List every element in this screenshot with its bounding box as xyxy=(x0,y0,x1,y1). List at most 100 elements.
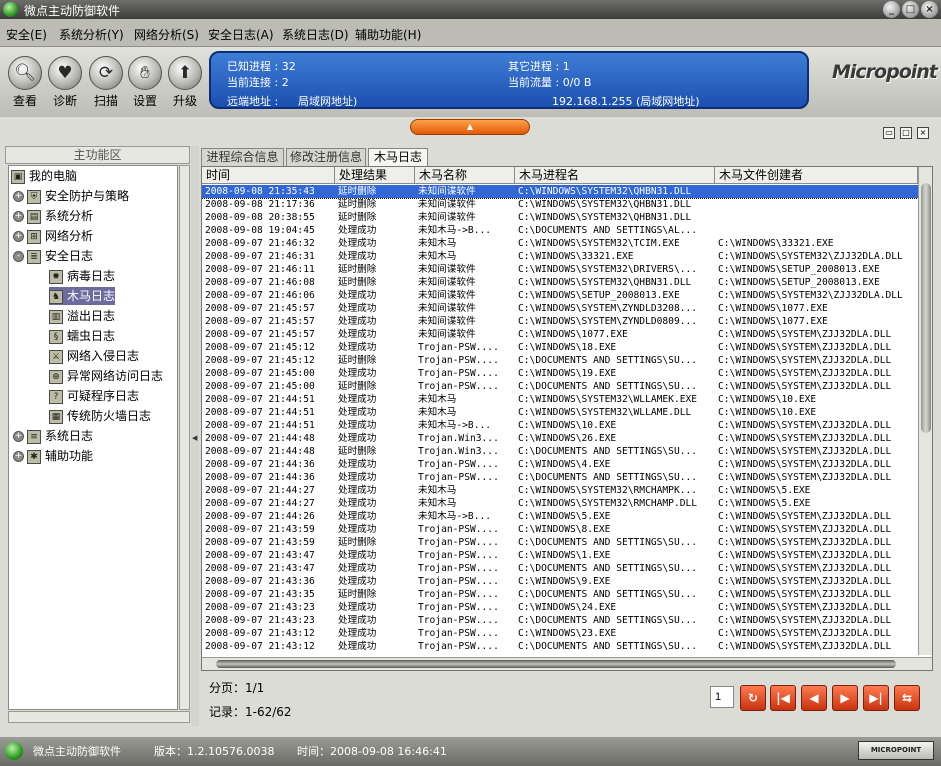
tree-item[interactable]: + ≡ 系统日志 xyxy=(13,427,93,445)
table-row[interactable]: 2008-09-08 19:04:45 处理成功 未知木马->B... C:\DOCU… xyxy=(202,224,918,237)
tree-item[interactable]: ▥ 溢出日志 xyxy=(49,307,115,325)
table-row[interactable]: 2008-09-07 21:45:12 处理成功 Trojan-PSW.... C:\… xyxy=(202,341,918,354)
table-row[interactable]: 2008-09-07 21:46:31 处理成功 未知木马 C:\WINDOWS\33… xyxy=(202,250,918,263)
table-row[interactable]: 2008-09-07 21:44:51 处理成功 未知木马 C:\WINDOWS\SY… xyxy=(202,406,918,419)
table-row[interactable]: 2008-09-07 21:44:36 处理成功 Trojan-PSW.... C:\… xyxy=(202,458,918,471)
table-row[interactable]: 2008-09-07 21:44:51 处理成功 未知木马 C:\WINDOWS\SY… xyxy=(202,393,918,406)
table-row[interactable]: 2008-09-07 21:43:59 延时删除 Trojan-PSW.... C:\… xyxy=(202,536,918,549)
table-row[interactable]: 2008-09-08 20:38:55 延时删除 未知间谍软件 C:\WINDOWS\… xyxy=(202,211,918,224)
menu-system-log[interactable]: 系统日志(D) xyxy=(282,26,349,43)
table-cell: C:\WINDOWS\SETUP_2008013.EXE xyxy=(718,277,880,288)
settings-button[interactable]: ✋︎ 设置 xyxy=(125,56,165,109)
collapse-icon[interactable]: - xyxy=(13,251,24,262)
tab-registry-changes[interactable]: 修改注册信息 xyxy=(286,148,366,166)
minimize-button[interactable]: _ xyxy=(883,1,900,18)
menu-network-analysis[interactable]: 网络分析(S) xyxy=(134,26,199,43)
table-row[interactable]: 2008-09-07 21:45:00 延时删除 Trojan-PSW.... C:\… xyxy=(202,380,918,393)
column-trojan-name[interactable]: 木马名称 xyxy=(415,167,515,184)
table-row[interactable]: 2008-09-07 21:44:51 处理成功 未知木马->B... C:\WIND… xyxy=(202,419,918,432)
table-horizontal-scrollbar[interactable] xyxy=(202,657,932,670)
table-row[interactable]: 2008-09-07 21:43:35 延时删除 Trojan-PSW.... C:\… xyxy=(202,588,918,601)
tree-item[interactable]: ▦ 传统防火墙日志 xyxy=(49,407,151,425)
table-row[interactable]: 2008-09-07 21:45:00 处理成功 Trojan-PSW.... C:\… xyxy=(202,367,918,380)
table-row[interactable]: 2008-09-07 21:43:12 处理成功 Trojan-PSW.... C:\… xyxy=(202,627,918,640)
column-trojan-process[interactable]: 木马进程名 xyxy=(515,167,715,184)
expand-icon[interactable]: + xyxy=(13,451,24,462)
tree-item[interactable]: ⚔ 网络入侵日志 xyxy=(49,347,139,365)
restore-view-icon[interactable]: ▭ xyxy=(883,127,895,139)
table-row[interactable]: 2008-09-07 21:46:32 处理成功 未知木马 C:\WINDOWS\SY… xyxy=(202,237,918,250)
tree-item[interactable]: - ≣ 安全日志 xyxy=(13,247,93,265)
table-row[interactable]: 2008-09-07 21:43:59 处理成功 Trojan-PSW.... C:\… xyxy=(202,523,918,536)
table-row[interactable]: 2008-09-07 21:45:12 延时删除 Trojan-PSW.... C:\… xyxy=(202,354,918,367)
collapse-toolbar-button[interactable]: ▲ xyxy=(410,119,530,135)
panel-splitter[interactable]: ◀ xyxy=(191,146,199,726)
maximize-button[interactable]: □ xyxy=(902,1,919,18)
tab-trojan-log[interactable]: 木马日志 xyxy=(368,148,428,167)
menu-security-log[interactable]: 安全日志(A) xyxy=(208,26,274,43)
table-row[interactable]: 2008-09-07 21:43:47 处理成功 Trojan-PSW.... C:\… xyxy=(202,562,918,575)
table-row[interactable]: 2008-09-07 21:45:57 处理成功 未知间谍软件 C:\WINDOWS\… xyxy=(202,302,918,315)
column-file-creator[interactable]: 木马文件创建者 xyxy=(715,167,918,184)
tree-item[interactable]: § 蠕虫日志 xyxy=(49,327,115,345)
table-row[interactable]: 2008-09-07 21:46:08 延时删除 未知间谍软件 C:\WINDOWS\… xyxy=(202,276,918,289)
table-row[interactable]: 2008-09-07 21:45:57 处理成功 未知间谍软件 C:\WINDOWS\… xyxy=(202,315,918,328)
tree-item[interactable]: ? 可疑程序日志 xyxy=(49,387,139,405)
column-time[interactable]: 时间 xyxy=(202,167,335,184)
table-row[interactable]: 2008-09-07 21:43:23 处理成功 Trojan-PSW.... C:\… xyxy=(202,601,918,614)
tree-item[interactable]: ⊕ 异常网络访问日志 xyxy=(49,367,163,385)
table-row[interactable]: 2008-09-07 21:44:26 处理成功 未知木马->B... C:\WIND… xyxy=(202,510,918,523)
prev-page-button[interactable]: ◀ xyxy=(801,685,827,711)
upgrade-button[interactable]: ⬆︎ 升级 xyxy=(165,56,205,109)
table-row[interactable]: 2008-09-07 21:44:48 延时删除 Trojan.Win3... C:\… xyxy=(202,445,918,458)
maximize-view-icon[interactable]: □ xyxy=(900,127,912,139)
next-page-button[interactable]: ▶ xyxy=(832,685,858,711)
table-row[interactable]: 2008-09-07 21:43:47 处理成功 Trojan-PSW.... C:\… xyxy=(202,549,918,562)
menu-helper[interactable]: 辅助功能(H) xyxy=(355,26,421,43)
table-cell: 处理成功 xyxy=(338,368,377,379)
expand-icon[interactable]: + xyxy=(13,211,24,222)
tree-vertical-scrollbar[interactable] xyxy=(179,165,190,710)
tree-item[interactable]: ♞ 木马日志 xyxy=(49,287,116,305)
table-row[interactable]: 2008-09-07 21:44:27 处理成功 未知木马 C:\WINDOWS\SY… xyxy=(202,497,918,510)
table-row[interactable]: 2008-09-08 21:17:36 延时删除 未知间谍软件 C:\WINDOWS\… xyxy=(202,198,918,211)
scan-button[interactable]: ⟳ 扫描 xyxy=(86,56,126,109)
table-row[interactable]: 2008-09-07 21:45:57 处理成功 未知间谍软件 C:\WINDOWS\… xyxy=(202,328,918,341)
tree-item[interactable]: ✹ 病毒日志 xyxy=(49,267,115,285)
menu-security[interactable]: 安全(E) xyxy=(6,26,47,43)
table-row[interactable]: 2008-09-07 21:46:11 延时删除 未知间谍软件 C:\WINDOWS\… xyxy=(202,263,918,276)
tree-item[interactable]: + ⛨ 安全防护与策略 xyxy=(13,187,129,205)
page-number-input[interactable] xyxy=(710,686,734,708)
expand-icon[interactable]: + xyxy=(13,191,24,202)
close-view-icon[interactable]: × xyxy=(917,127,929,139)
diagnose-button[interactable]: ♥ 诊断 xyxy=(45,56,85,109)
table-row[interactable]: 2008-09-07 21:43:23 处理成功 Trojan-PSW.... C:\… xyxy=(202,614,918,627)
expand-icon[interactable]: + xyxy=(13,431,24,442)
tree-item[interactable]: + ⊞ 网络分析 xyxy=(13,227,93,245)
table-row[interactable]: 2008-09-08 21:35:43 延时删除 未知间谍软件 C:\WINDOWS\… xyxy=(202,185,918,199)
view-button[interactable]: 🔍︎ 查看 xyxy=(5,56,45,109)
last-page-button[interactable]: ▶| xyxy=(863,685,889,711)
tree-item[interactable]: + ✱ 辅助功能 xyxy=(13,447,93,465)
table-row[interactable]: 2008-09-07 21:44:36 处理成功 Trojan-PSW.... C:\… xyxy=(202,471,918,484)
tree-item[interactable]: ▣ 我的电脑 xyxy=(11,167,77,185)
first-page-button[interactable]: |◀ xyxy=(770,685,796,711)
scroll-thumb[interactable] xyxy=(921,183,931,433)
go-page-button[interactable]: ⇆ xyxy=(894,685,920,711)
table-vertical-scrollbar[interactable] xyxy=(918,167,932,655)
refresh-button[interactable]: ↻ xyxy=(740,685,766,711)
table-row[interactable]: 2008-09-07 21:43:12 处理成功 Trojan-PSW.... C:\… xyxy=(202,640,918,653)
table-row[interactable]: 2008-09-07 21:46:06 处理成功 未知间谍软件 C:\WINDOWS\… xyxy=(202,289,918,302)
menu-system-analysis[interactable]: 系统分析(Y) xyxy=(59,26,124,43)
scroll-thumb[interactable] xyxy=(216,660,896,668)
table-row[interactable]: 2008-09-07 21:43:36 处理成功 Trojan-PSW.... C:\… xyxy=(202,575,918,588)
table-row[interactable]: 2008-09-07 21:44:48 处理成功 Trojan.Win3... C:\… xyxy=(202,432,918,445)
table-row[interactable]: 2008-09-07 21:44:27 处理成功 未知木马 C:\WINDOWS\SY… xyxy=(202,484,918,497)
table-cell: C:\WINDOWS\26.EXE xyxy=(518,433,617,444)
close-button[interactable]: × xyxy=(921,1,938,18)
tree-horizontal-scrollbar[interactable] xyxy=(8,711,190,723)
expand-icon[interactable]: + xyxy=(13,231,24,242)
tab-process-info[interactable]: 进程综合信息 xyxy=(201,148,284,166)
tree-item[interactable]: + ▤ 系统分析 xyxy=(13,207,93,225)
column-result[interactable]: 处理结果 xyxy=(335,167,415,184)
